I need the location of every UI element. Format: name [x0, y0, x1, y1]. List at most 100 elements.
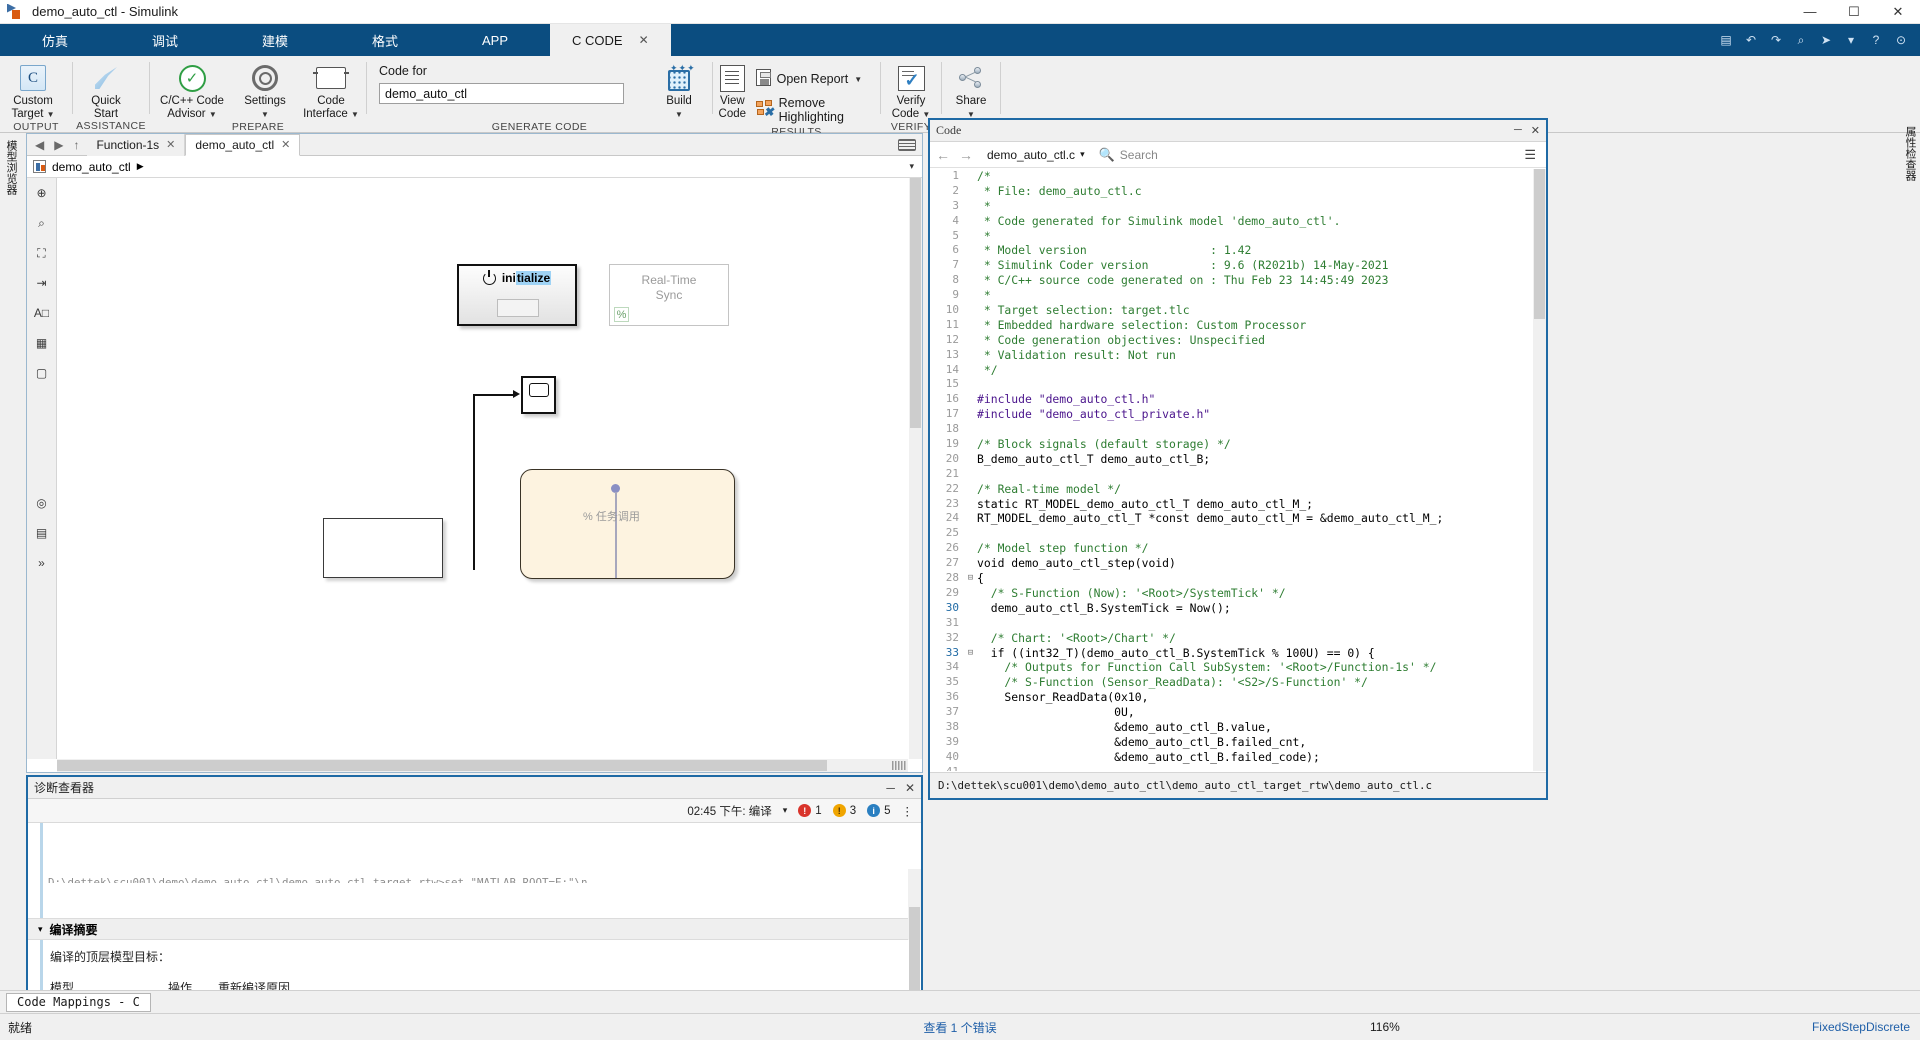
camera-icon[interactable]: ◎ — [33, 494, 51, 512]
overflow-menu-icon[interactable]: ⋮ — [902, 804, 914, 818]
tab-demo-auto-ctl[interactable]: demo_auto_ctl ✕ — [185, 133, 301, 156]
cursor-icon[interactable]: ➤ — [1817, 31, 1835, 49]
line-number: 33 — [945, 645, 959, 659]
legend-icon[interactable]: ▤ — [33, 524, 51, 542]
warning-badge[interactable]: ! 3 — [832, 804, 856, 817]
diagnostic-vertical-scrollbar[interactable] — [908, 869, 921, 991]
expand-icon[interactable]: » — [33, 554, 51, 572]
status-bar: 就绪 查看 1 个错误 116% FixedStepDiscrete — [0, 1013, 1920, 1040]
fold-toggle-icon[interactable]: ⊟ — [964, 646, 977, 661]
bottom-block[interactable] — [323, 518, 443, 578]
zoom-level[interactable]: 116% — [1370, 1020, 1400, 1034]
error-badge[interactable]: ! 1 — [798, 804, 822, 817]
build-summary-header[interactable]: ▾ 编译摘要 — [28, 918, 921, 940]
close-icon[interactable]: ✕ — [905, 781, 915, 795]
undo-icon[interactable]: ↶ — [1742, 31, 1760, 49]
zoom-fit-icon[interactable]: ⌕ — [33, 214, 51, 232]
breadcrumb-label[interactable]: demo_auto_ctl — [52, 160, 131, 174]
options-icon[interactable]: ⊙ — [1892, 31, 1910, 49]
block-icon[interactable]: ▢ — [33, 364, 51, 382]
tab-app[interactable]: APP — [440, 24, 550, 56]
code-mappings-tab[interactable]: Code Mappings - C — [6, 992, 151, 1012]
pointer-icon[interactable]: ⊕ — [33, 184, 51, 202]
chevron-down-icon[interactable]: ▼ — [47, 110, 55, 119]
close-icon[interactable]: ✕ — [639, 33, 649, 47]
tab-function-1s[interactable]: Function-1s ✕ — [87, 133, 186, 156]
minimize-button[interactable]: — — [1788, 0, 1832, 24]
file-selector[interactable]: demo_auto_ctl.c ▾ — [982, 147, 1090, 163]
initialize-block[interactable]: initialize — [457, 264, 577, 326]
tab-modeling[interactable]: 建模 — [220, 24, 330, 56]
chevron-down-icon[interactable]: ▼ — [261, 110, 269, 119]
chevron-down-icon[interactable]: ▾ — [909, 161, 914, 172]
canvas-vertical-scrollbar[interactable] — [909, 178, 922, 759]
resize-grip-icon[interactable] — [892, 761, 906, 770]
annotation-icon[interactable]: A□ — [33, 304, 51, 322]
quick-start-button[interactable]: Quick Start — [73, 59, 139, 120]
verify-code-button[interactable]: ✓ Verify Code ▼ — [881, 59, 941, 121]
back-icon[interactable]: ◀ — [35, 138, 44, 152]
forward-icon[interactable]: ▶ — [54, 138, 63, 152]
custom-target-button[interactable]: C Custom Target ▼ — [0, 59, 66, 121]
chevron-down-icon[interactable]: ▼ — [854, 75, 862, 84]
share-button[interactable]: Share ▼ — [942, 59, 1000, 121]
open-report-button[interactable]: Open Report ▼ — [752, 67, 880, 91]
pin-icon[interactable]: ─ — [1514, 124, 1522, 137]
chevron-down-icon[interactable]: ▼ — [351, 110, 359, 119]
close-button[interactable]: ✕ — [1876, 0, 1920, 24]
chevron-down-icon[interactable]: ▾ — [1080, 149, 1085, 160]
up-icon[interactable]: ↑ — [73, 138, 79, 152]
tab-format[interactable]: 格式 — [330, 24, 440, 56]
vtab-model-browser[interactable]: 模型浏览器 — [1, 136, 21, 199]
tab-debug[interactable]: 调试 — [110, 24, 220, 56]
line-number: 1 — [952, 169, 959, 182]
subsystem-block[interactable] — [521, 376, 556, 414]
chevron-down-icon[interactable]: ▼ — [209, 110, 217, 119]
code-panel-menu-icon[interactable]: ☰ — [1524, 147, 1540, 163]
code-interface-button[interactable]: Code Interface ▼ — [296, 59, 366, 121]
tab-simulation[interactable]: 仿真 — [0, 24, 110, 56]
code-advisor-button[interactable]: ✓ C/C++ Code Advisor ▼ — [150, 59, 234, 121]
chevron-down-icon[interactable]: ▼ — [675, 110, 683, 119]
chevron-down-icon[interactable]: ▾ — [783, 805, 788, 816]
settings-button[interactable]: Settings ▼ — [234, 59, 296, 121]
tab-c-code[interactable]: C CODE ✕ — [550, 24, 671, 56]
remove-highlighting-button[interactable]: ✖ Remove Highlighting — [752, 94, 880, 126]
fullscreen-icon[interactable]: ⛶ — [33, 244, 51, 262]
realtime-sync-block[interactable]: Real-Time Sync % — [609, 264, 729, 326]
signal-icon[interactable]: ⇥ — [33, 274, 51, 292]
line-number: 19 — [945, 437, 959, 451]
error-link[interactable]: 查看 1 个错误 — [923, 1019, 996, 1036]
canvas-horizontal-scrollbar[interactable] — [57, 759, 908, 772]
help-icon[interactable]: ? — [1867, 31, 1885, 49]
close-icon[interactable]: ✕ — [281, 138, 290, 151]
vtab-property-inspector[interactable]: 属性检查器 — [1902, 126, 1918, 181]
forward-icon[interactable]: → — [959, 147, 973, 163]
search-field[interactable]: 🔍 Search — [1099, 147, 1158, 163]
code-viewer[interactable]: 1/* 2 * File: demo_auto_ctl.c 3 * 4 * Code … — [930, 169, 1533, 771]
maximize-button[interactable]: ☐ — [1832, 0, 1876, 24]
fold-toggle-icon[interactable]: ⊟ — [964, 571, 977, 586]
chevron-down-icon[interactable]: ▾ — [38, 924, 43, 935]
keyboard-icon[interactable] — [898, 138, 916, 151]
build-button[interactable]: ✦✦✦ Build ▼ — [646, 59, 712, 121]
code-vertical-scrollbar[interactable] — [1533, 169, 1546, 771]
model-canvas[interactable]: ⊕ ⌕ ⛶ ⇥ A□ ▦ ▢ ◎ ▤ » initialize Real-Tim… — [27, 178, 922, 772]
view-code-button[interactable]: View Code — [713, 59, 752, 120]
close-icon[interactable]: ✕ — [166, 138, 175, 151]
info-badge[interactable]: i 5 — [867, 804, 891, 817]
code-for-input[interactable] — [379, 83, 624, 104]
pin-icon[interactable]: ─ — [886, 781, 895, 795]
line-number: 40 — [945, 749, 959, 763]
redo-icon[interactable]: ↷ — [1767, 31, 1785, 49]
search-icon[interactable]: ⌕ — [1792, 31, 1810, 49]
model-browser-icon[interactable]: ▦ — [33, 334, 51, 352]
back-icon[interactable]: ← — [936, 147, 950, 163]
layout-icon[interactable]: ▤ — [1717, 31, 1735, 49]
diagnostic-log[interactable]: D:\dettek\scu001\demo\demo_auto_ctl\demo… — [28, 823, 921, 998]
close-icon[interactable]: ✕ — [1531, 124, 1540, 137]
chevron-down-icon[interactable]: ▾ — [1842, 31, 1860, 49]
solver-name[interactable]: FixedStepDiscrete — [1812, 1020, 1920, 1034]
build-icon: ✦✦✦ — [665, 63, 695, 93]
chart-block[interactable]: % 任务调用 — [520, 469, 735, 579]
